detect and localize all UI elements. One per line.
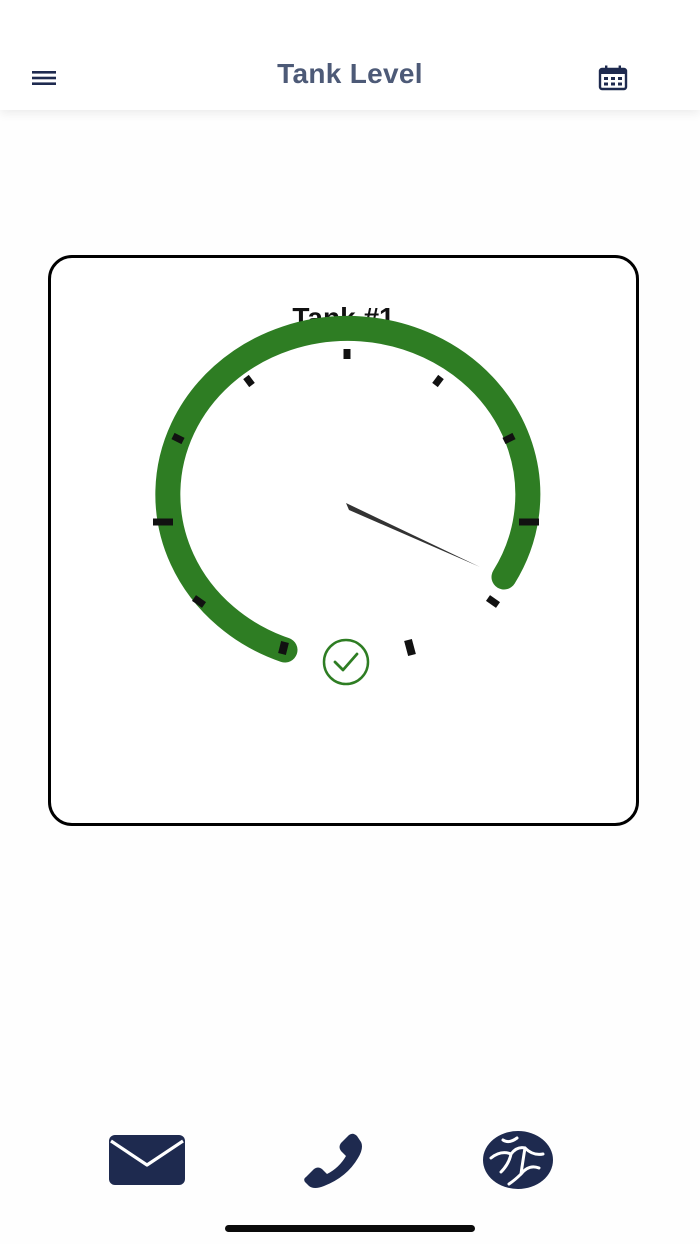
- email-button[interactable]: [107, 1132, 187, 1188]
- calendar-icon: [598, 65, 628, 91]
- check-circle-icon: [322, 638, 370, 686]
- header-bar: Tank Level: [0, 0, 700, 110]
- gauge-tick: [432, 374, 444, 388]
- gauge-level-arc: [155, 315, 541, 663]
- gauge-tick: [502, 432, 516, 445]
- gauge-tick: [278, 641, 289, 655]
- globe-icon: [483, 1131, 553, 1189]
- web-button[interactable]: [481, 1128, 555, 1192]
- bottom-navigation: [0, 1110, 700, 1210]
- tank-card: Tank #1: [48, 255, 639, 826]
- call-button[interactable]: [300, 1130, 366, 1190]
- gauge-tick: [171, 432, 185, 445]
- gauge-tick: [243, 374, 255, 388]
- home-indicator: [225, 1225, 475, 1232]
- app-screen: Tank Level Tank #1: [0, 0, 700, 1244]
- gauge-needle: [346, 503, 480, 567]
- phone-icon: [304, 1133, 362, 1188]
- gauge-tick: [485, 595, 501, 608]
- envelope-icon: [109, 1135, 185, 1185]
- calendar-button[interactable]: [595, 62, 631, 96]
- gauge-tick: [404, 638, 416, 657]
- tank-level-gauge: [153, 315, 541, 686]
